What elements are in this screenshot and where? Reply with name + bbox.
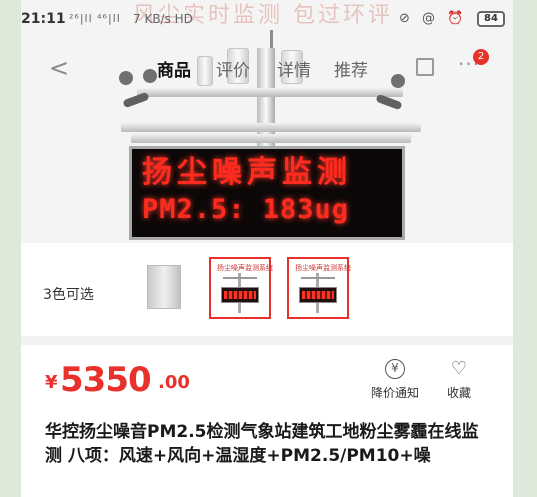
thumb-led — [221, 287, 259, 303]
phone-screen: 风尘实时监测 包过环评 扬尘噪声监测 PM2.5: 183ug 21:11 ²⁶… — [21, 0, 513, 497]
section-divider — [21, 336, 513, 345]
variant-count-label[interactable]: 3色可选 — [43, 284, 94, 304]
crossbar — [131, 134, 411, 143]
status-icons: ⊘ @ ⏰ — [399, 11, 468, 26]
tab-details[interactable]: 详情 — [277, 56, 311, 81]
price-section: ¥ 5350 .00 ¥ 降价通知 ♡ 收藏 — [21, 345, 513, 415]
heart-icon: ♡ — [450, 358, 468, 379]
price-decimal: .00 — [158, 372, 190, 393]
product-nav-bar: < 商品 评价 详情 推荐 ··· 2 — [21, 49, 513, 88]
led-text-line1: 扬尘噪声监测 — [142, 155, 352, 190]
network-speed: 7 KB/s HD — [133, 12, 193, 26]
price-integer: 5350 — [60, 360, 152, 400]
tab-product[interactable]: 商品 — [157, 56, 191, 81]
battery-icon: 84 — [477, 11, 505, 27]
crossbar — [121, 123, 421, 132]
share-icon[interactable] — [416, 58, 434, 76]
variant-thumb-station[interactable]: 扬尘噪声监测系统 — [287, 257, 351, 319]
led-display-board: 扬尘噪声监测 PM2.5: 183ug — [129, 146, 405, 240]
cabinet-image — [147, 265, 181, 309]
variant-thumb-cabinet[interactable] — [141, 257, 203, 319]
variant-selector: 3色可选 扬尘噪声监测系统 扬尘噪声监测系统 — [21, 243, 513, 336]
tab-recommend[interactable]: 推荐 — [334, 56, 368, 81]
status-bar: 21:11 ²⁶|ll ⁴⁶|ll 7 KB/s HD ⊘ @ ⏰ 84 — [21, 9, 513, 29]
thumb-led — [299, 287, 337, 303]
product-hero-image[interactable]: 风尘实时监测 包过环评 扬尘噪声监测 PM2.5: 183ug — [21, 0, 513, 243]
price-currency: ¥ — [45, 372, 58, 393]
thumb-bar — [301, 277, 335, 279]
favorite-button[interactable]: ♡ 收藏 — [431, 359, 487, 401]
price-alert-button[interactable]: ¥ 降价通知 — [367, 359, 423, 401]
notification-badge: 2 — [473, 49, 489, 65]
tab-reviews[interactable]: 评价 — [216, 56, 250, 81]
thumb-bar — [223, 277, 257, 279]
thumb-title: 扬尘噪声监测系统 — [295, 264, 351, 272]
signal-icon: ²⁶|ll ⁴⁶|ll — [69, 12, 121, 25]
yen-icon: ¥ — [385, 359, 405, 379]
price-alert-label: 降价通知 — [370, 386, 419, 400]
thumb-title: 扬尘噪声监测系统 — [217, 264, 273, 272]
product-title: 华控扬尘噪音PM2.5检测气象站建筑工地粉尘雾霾在线监测 八项：风速+风向+温湿… — [45, 422, 479, 466]
screen-frame: 风尘实时监测 包过环评 扬尘噪声监测 PM2.5: 183ug 21:11 ²⁶… — [0, 0, 537, 497]
crossbar — [137, 88, 403, 97]
led-text-line2: PM2.5: 183ug — [142, 194, 350, 225]
favorite-label: 收藏 — [446, 386, 471, 400]
variant-thumb-station[interactable]: 扬尘噪声监测系统 — [209, 257, 273, 319]
status-time: 21:11 — [21, 11, 66, 27]
back-chevron-icon[interactable]: < — [49, 54, 69, 82]
wind-vane — [122, 91, 150, 109]
